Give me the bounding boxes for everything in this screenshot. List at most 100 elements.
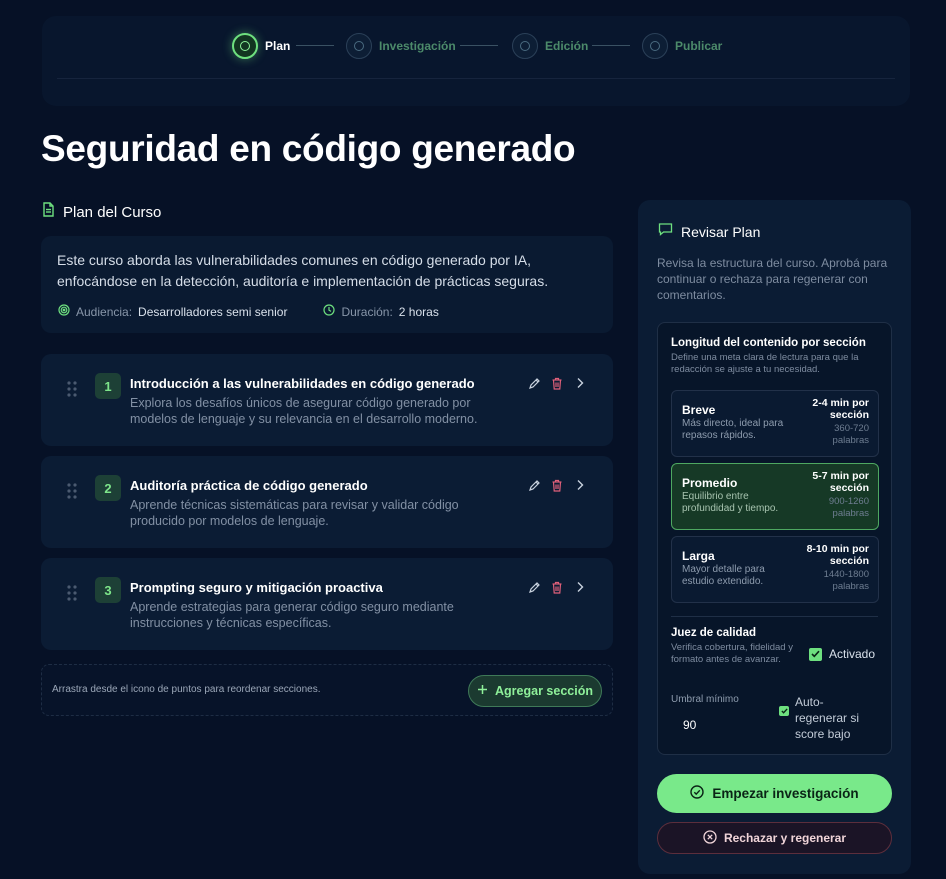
section-description: Explora los desafíos únicos de asegurar … xyxy=(130,396,478,426)
threshold-label: Umbral mínimo xyxy=(671,694,739,705)
section-card[interactable]: 2 Auditoría práctica de código generado … xyxy=(41,456,613,548)
step-investigacion[interactable]: Investigación xyxy=(346,33,456,59)
reject-regenerate-label: Rechazar y regenerar xyxy=(723,831,847,845)
option-time: 5-7 min por sección xyxy=(812,470,869,494)
length-description: Define una meta clara de lectura para qu… xyxy=(671,352,859,375)
option-name: Larga xyxy=(682,549,715,563)
section-actions xyxy=(527,478,587,492)
section-number-badge: 3 xyxy=(95,577,121,603)
option-description: Mayor detalle para estudio extendido. xyxy=(682,564,765,587)
option-name: Breve xyxy=(682,403,716,417)
chevron-right-icon[interactable] xyxy=(573,580,587,594)
progress-stepper: Plan Investigación Edición Publicar xyxy=(42,16,910,106)
plus-icon xyxy=(477,684,488,698)
length-title: Longitud del contenido por sección xyxy=(671,337,866,349)
review-plan-panel: Revisar Plan Revisa la estructura del cu… xyxy=(638,200,911,874)
add-section-button[interactable]: Agregar sección xyxy=(468,675,602,707)
step-plan-label: Plan xyxy=(265,39,291,53)
delete-trash-icon[interactable] xyxy=(550,478,564,492)
course-meta: Audiencia: Desarrolladores semi senior D… xyxy=(58,304,439,319)
section-title: Prompting seguro y mitigación proactiva xyxy=(130,580,383,595)
checkmark-icon xyxy=(809,647,822,661)
auto-regenerate-checkbox[interactable]: Auto-regenerar si score bajo xyxy=(779,694,875,742)
option-description: Más directo, ideal para repasos rápidos. xyxy=(682,418,784,441)
step-publicar-label: Publicar xyxy=(675,39,723,53)
section-number-badge: 1 xyxy=(95,373,121,399)
add-section-label: Agregar sección xyxy=(495,684,593,698)
delete-trash-icon[interactable] xyxy=(550,376,564,390)
section-number-badge: 2 xyxy=(95,475,121,501)
step-plan[interactable]: Plan xyxy=(232,33,290,59)
drag-handle-icon[interactable] xyxy=(67,381,77,397)
option-name: Promedio xyxy=(682,476,738,490)
option-time: 8-10 min por sección xyxy=(806,543,869,567)
reject-regenerate-button[interactable]: Rechazar y regenerar xyxy=(657,822,892,854)
step-edicion[interactable]: Edición xyxy=(512,33,588,59)
target-icon xyxy=(58,304,70,319)
length-option-breve[interactable]: Breve Más directo, ideal para repasos rá… xyxy=(671,390,879,457)
review-header: Revisar Plan xyxy=(658,222,760,241)
section-title: Introducción a las vulnerabilidades en c… xyxy=(130,376,475,391)
section-card[interactable]: 1 Introducción a las vulnerabilidades en… xyxy=(41,354,613,446)
section-title: Auditoría práctica de código generado xyxy=(130,478,368,493)
threshold-input[interactable] xyxy=(671,713,761,737)
start-research-button[interactable]: Empezar investigación xyxy=(657,774,892,813)
page-title: Seguridad en código generado xyxy=(41,128,576,169)
step-edicion-label: Edición xyxy=(545,39,589,53)
section-actions xyxy=(527,580,587,594)
step-connector xyxy=(460,45,498,46)
audience-meta: Audiencia: Desarrolladores semi senior xyxy=(58,304,287,319)
plan-header: Plan del Curso xyxy=(42,202,161,222)
step-publicar-indicator xyxy=(642,33,668,59)
course-summary: Este curso aborda las vulnerabilidades c… xyxy=(57,252,549,289)
step-investigacion-label: Investigación xyxy=(379,39,456,53)
review-description: Revisa la estructura del curso. Aprobá p… xyxy=(657,256,888,302)
option-description: Equilibrio entre profundidad y tiempo. xyxy=(682,491,779,514)
add-section-row: Arrastra desde el icono de puntos para r… xyxy=(41,664,613,716)
judge-toggle-label: Activado xyxy=(829,647,876,661)
edit-pencil-icon[interactable] xyxy=(527,580,541,594)
stepper-divider xyxy=(57,78,895,79)
duration-value: 2 horas xyxy=(398,304,439,319)
section-description: Aprende técnicas sistemáticas para revis… xyxy=(130,498,459,528)
drag-handle-icon[interactable] xyxy=(67,483,77,499)
option-words: 900-1260 palabras xyxy=(828,496,869,519)
clock-icon xyxy=(323,304,336,319)
judge-enabled-checkbox[interactable]: Activado xyxy=(809,647,875,661)
step-edicion-indicator xyxy=(512,33,538,59)
plan-header-label: Plan del Curso xyxy=(63,203,162,221)
audience-label: Audiencia: xyxy=(76,304,133,319)
duration-label: Duración: xyxy=(341,304,393,319)
step-publicar[interactable]: Publicar xyxy=(642,33,722,59)
stepper-steps: Plan Investigación Edición Publicar xyxy=(42,33,910,59)
drag-handle-icon[interactable] xyxy=(67,585,77,601)
duration-meta: Duración: 2 horas xyxy=(323,304,439,319)
option-words: 1440-1800 palabras xyxy=(823,569,869,592)
chevron-right-icon[interactable] xyxy=(573,478,587,492)
length-option-promedio[interactable]: Promedio Equilibrio entre profundidad y … xyxy=(671,463,879,530)
chevron-right-icon[interactable] xyxy=(573,376,587,390)
step-plan-indicator xyxy=(232,33,258,59)
start-research-label: Empezar investigación xyxy=(712,786,859,801)
step-connector xyxy=(592,45,630,46)
chat-bubble-icon xyxy=(658,222,673,241)
edit-pencil-icon[interactable] xyxy=(527,478,541,492)
check-circle-icon xyxy=(690,785,705,802)
judge-title: Juez de calidad xyxy=(671,627,757,639)
section-card[interactable]: 3 Prompting seguro y mitigación proactiv… xyxy=(41,558,613,650)
audience-value: Desarrolladores semi senior xyxy=(138,304,288,319)
edit-pencil-icon[interactable] xyxy=(527,376,541,390)
document-icon xyxy=(42,202,55,222)
section-actions xyxy=(527,376,587,390)
checkmark-icon xyxy=(779,706,789,716)
course-summary-card: Este curso aborda las vulnerabilidades c… xyxy=(41,236,613,333)
length-option-larga[interactable]: Larga Mayor detalle para estudio extendi… xyxy=(671,536,879,603)
reorder-hint: Arrastra desde el icono de puntos para r… xyxy=(52,684,321,695)
review-title: Revisar Plan xyxy=(681,223,761,240)
step-investigacion-indicator xyxy=(346,33,372,59)
option-words: 360-720 palabras xyxy=(832,423,869,446)
option-time: 2-4 min por sección xyxy=(812,397,869,421)
delete-trash-icon[interactable] xyxy=(550,580,564,594)
settings-divider xyxy=(671,616,878,617)
x-circle-icon xyxy=(703,829,717,847)
